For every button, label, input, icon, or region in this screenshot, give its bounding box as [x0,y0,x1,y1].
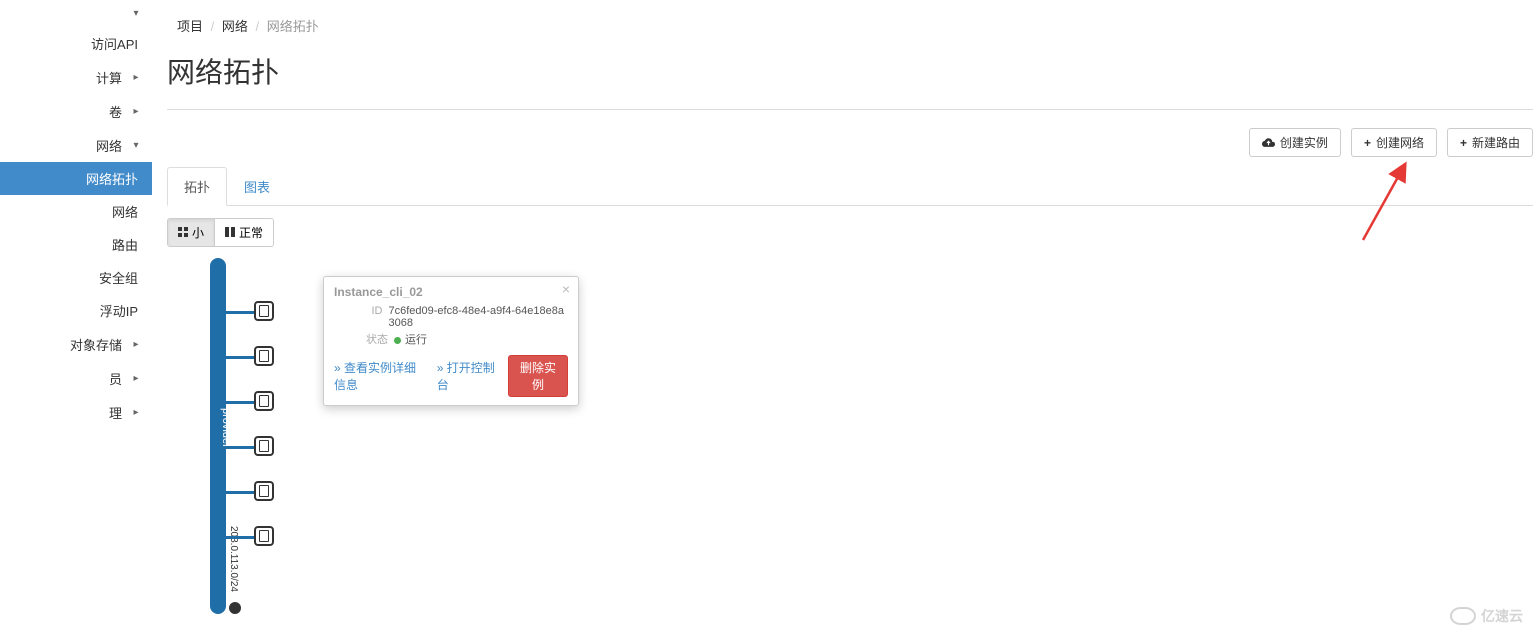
sidebar-sub-router[interactable]: 路由 [0,228,152,261]
breadcrumb-sep: / [256,19,260,34]
instance-node[interactable] [254,391,274,411]
sidebar-item-object-storage[interactable]: 对象存储 ▸ [0,327,152,361]
sidebar-sub-label: 网络 [112,202,138,221]
popup-id-value: 7c6fed09-efc8-48e4-a9f4-64e18e8a3068 [388,305,568,329]
tab-row: 拓扑 图表 [167,167,1533,206]
sidebar-sub-label: 安全组 [99,268,138,287]
instance-node[interactable] [254,526,274,546]
status-running-icon [394,337,401,344]
instance-connector [224,401,256,404]
network-name-label: provider [204,408,232,448]
sidebar-item-truncated-2[interactable]: 理 ▸ [0,395,152,429]
sidebar-sub-security-group[interactable]: 安全组 [0,261,152,294]
chevron-down-icon: ▾ [130,140,142,151]
breadcrumb: 项目 / 网络 / 网络拓扑 [167,0,1533,43]
popup-status-text: 运行 [405,334,427,346]
popup-status-value: 运行 [394,331,427,347]
sidebar-api-label: 访问API [91,34,138,53]
instance-node[interactable] [254,436,274,456]
plus-icon: + [1460,136,1467,150]
chevron-right-icon: ▸ [130,106,142,117]
main-content: 项目 / 网络 / 网络拓扑 网络拓扑 创建实例 + 创建网络 + 新建路由 拓… [167,0,1533,632]
create-network-button[interactable]: + 创建网络 [1351,128,1437,157]
sidebar-item-compute[interactable]: 计算 ▸ [0,60,152,94]
sidebar-item-label: 计算 [96,68,122,87]
sidebar-sub-label: 路由 [112,235,138,254]
button-label: 创建网络 [1376,134,1424,151]
sidebar-item-label: 员 [109,369,122,388]
sidebar-collapse[interactable]: ▾ [0,0,152,26]
cloud-upload-icon [1262,136,1275,150]
view-toggle: 小 正常 [167,218,274,247]
tab-chart[interactable]: 图表 [227,167,287,206]
instance-connector [224,491,256,494]
sidebar-sub-network[interactable]: 网络 [0,195,152,228]
page-title: 网络拓扑 [167,43,1533,109]
popup-actions: » 查看实例详细信息 » 打开控制台 删除实例 [334,355,568,397]
tab-label: 拓扑 [184,180,210,195]
chevron-right-icon: ▸ [130,407,142,418]
sidebar-sub-floating-ip[interactable]: 浮动IP [0,294,152,327]
sidebar-sub-label: 浮动IP [100,301,138,320]
chevron-right-icon: ▸ [130,339,142,350]
button-label: 小 [192,224,204,241]
sidebar-item-volume[interactable]: 卷 ▸ [0,94,152,128]
plus-icon: + [1364,136,1371,150]
sidebar-api-link[interactable]: 访问API [0,26,152,60]
button-label: 正常 [239,224,263,241]
sidebar-sub-label: 网络拓扑 [86,169,138,188]
instance-connector [224,536,256,539]
breadcrumb-network[interactable]: 网络 [222,19,248,34]
instance-node[interactable] [254,346,274,366]
popup-row-id: ID 7c6fed09-efc8-48e4-a9f4-64e18e8a3068 [334,305,568,329]
create-instance-button[interactable]: 创建实例 [1249,128,1341,157]
sidebar-item-label: 理 [109,403,122,422]
instance-connector [224,356,256,359]
button-label: 新建路由 [1472,134,1520,151]
popup-row-status: 状态 运行 [334,331,568,347]
topology-canvas: provider 203.0.113.0/24 × Instance_cli_0… [210,258,710,618]
breadcrumb-project[interactable]: 项目 [177,19,203,34]
view-normal-button[interactable]: 正常 [215,219,273,246]
popup-view-details-link[interactable]: » 查看实例详细信息 [334,359,427,393]
tab-topology[interactable]: 拓扑 [167,167,227,206]
popup-open-console-link[interactable]: » 打开控制台 [437,359,498,393]
instance-node[interactable] [254,481,274,501]
sidebar-item-label: 网络 [96,136,122,155]
sidebar-item-truncated-1[interactable]: 员 ▸ [0,361,152,395]
globe-icon [229,602,241,614]
watermark: 亿速云 [1450,606,1523,626]
instance-popup: × Instance_cli_02 ID 7c6fed09-efc8-48e4-… [323,276,579,406]
sidebar-item-network[interactable]: 网络 ▾ [0,128,152,162]
instance-connector [224,311,256,314]
tab-label: 图表 [244,180,270,195]
button-label: 创建实例 [1280,134,1328,151]
popup-delete-instance-button[interactable]: 删除实例 [508,355,568,397]
instance-node[interactable] [254,301,274,321]
popup-title: Instance_cli_02 [334,285,568,299]
instance-connector [224,446,256,449]
chevron-down-icon: ▾ [130,8,142,19]
breadcrumb-current: 网络拓扑 [267,19,319,34]
columns-icon [225,226,235,240]
grid-icon [178,226,188,240]
breadcrumb-sep: / [211,19,215,34]
create-router-button[interactable]: + 新建路由 [1447,128,1533,157]
sidebar: ▾ 访问API 计算 ▸ 卷 ▸ 网络 ▾ 网络拓扑 网络 路由 安全组 浮动I… [0,0,152,632]
popup-status-label: 状态 [334,331,394,347]
sidebar-item-label: 卷 [109,102,122,121]
popup-close-button[interactable]: × [562,281,570,297]
chevron-right-icon: ▸ [130,373,142,384]
view-small-button[interactable]: 小 [168,219,215,246]
chevron-right-icon: ▸ [130,72,142,83]
sidebar-sub-topology[interactable]: 网络拓扑 [0,162,152,195]
popup-id-label: ID [334,305,388,329]
sidebar-item-label: 对象存储 [70,335,122,354]
action-row: 创建实例 + 创建网络 + 新建路由 [167,110,1533,167]
watermark-text: 亿速云 [1481,606,1523,626]
